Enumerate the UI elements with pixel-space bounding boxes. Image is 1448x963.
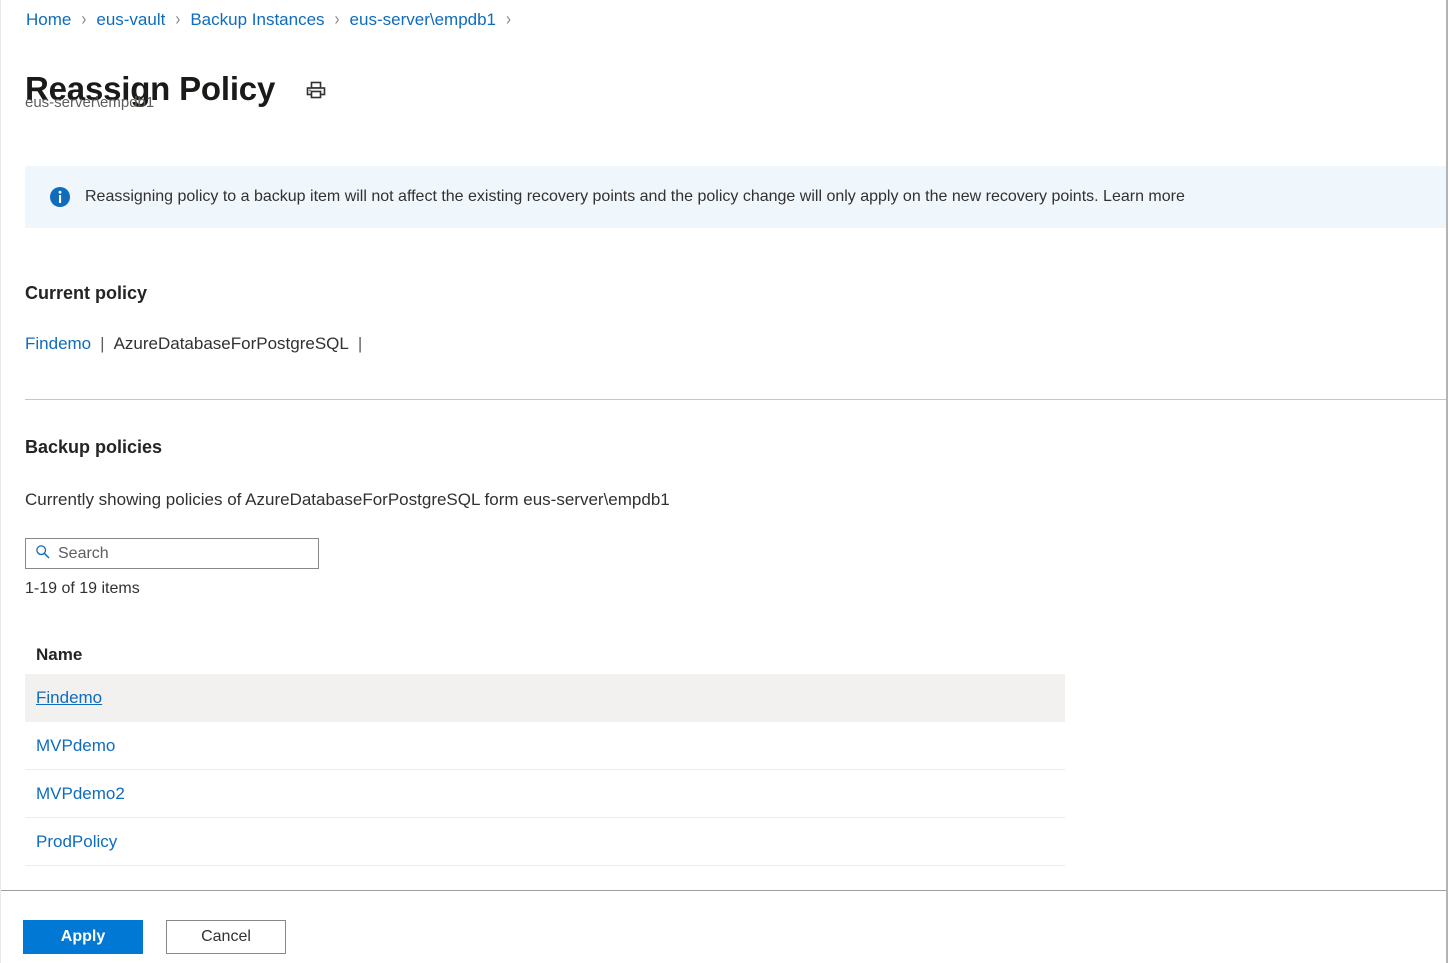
current-policy-link[interactable]: Findemo bbox=[25, 332, 91, 356]
breadcrumb-eus-server-empdb1[interactable]: eus-server\empdb1 bbox=[349, 8, 497, 32]
table-row[interactable]: MVPdemo2 bbox=[25, 770, 1065, 818]
search-icon bbox=[35, 544, 50, 564]
item-count-label: 1-19 of 19 items bbox=[25, 580, 140, 597]
section-divider bbox=[25, 399, 1446, 400]
print-icon[interactable] bbox=[305, 79, 327, 106]
table-header-row: Name bbox=[25, 636, 1065, 674]
reassign-policy-page: Home › eus-vault › Backup Instances › eu… bbox=[0, 0, 1448, 963]
breadcrumb-eus-vault[interactable]: eus-vault bbox=[95, 8, 166, 32]
backup-policies-heading: Backup policies bbox=[25, 436, 163, 457]
chevron-right-icon: › bbox=[175, 8, 181, 30]
currently-showing-text: Currently showing policies of AzureDatab… bbox=[25, 490, 670, 509]
search-box[interactable] bbox=[25, 538, 319, 569]
page-subtitle: eus-server\empdb1 bbox=[25, 94, 155, 111]
page-header: Reassign Policy bbox=[25, 46, 327, 132]
breadcrumb-backup-instances[interactable]: Backup Instances bbox=[189, 8, 325, 32]
policy-row-link-prodpolicy[interactable]: ProdPolicy bbox=[36, 832, 117, 852]
policy-separator: | bbox=[100, 334, 105, 353]
policy-row-link-findemo[interactable]: Findemo bbox=[36, 688, 102, 708]
table-row[interactable]: Findemo bbox=[25, 674, 1065, 722]
table-row[interactable]: ProdPolicy bbox=[25, 818, 1065, 866]
chevron-right-icon: › bbox=[81, 8, 87, 30]
search-input[interactable] bbox=[58, 539, 318, 568]
policy-table: Name Findemo MVPdemo MVPdemo2 ProdPolicy bbox=[25, 636, 1065, 866]
breadcrumb-home[interactable]: Home bbox=[25, 8, 72, 32]
chevron-right-icon: › bbox=[334, 8, 340, 30]
apply-button[interactable]: Apply bbox=[23, 920, 143, 954]
info-banner: Reassigning policy to a backup item will… bbox=[25, 166, 1446, 228]
current-policy-heading: Current policy bbox=[25, 282, 148, 303]
cancel-button[interactable]: Cancel bbox=[166, 920, 286, 954]
breadcrumb: Home › eus-vault › Backup Instances › eu… bbox=[25, 8, 520, 32]
info-banner-text: Reassigning policy to a backup item will… bbox=[85, 188, 1185, 205]
chevron-right-icon: › bbox=[506, 8, 512, 30]
policy-row-link-mvpdemo[interactable]: MVPdemo bbox=[36, 736, 115, 756]
table-row[interactable]: MVPdemo bbox=[25, 722, 1065, 770]
action-bar: Apply Cancel bbox=[1, 890, 1446, 963]
policy-separator-trailing: | bbox=[357, 334, 363, 353]
current-policy-datasource: AzureDatabaseForPostgreSQL bbox=[113, 334, 349, 353]
info-icon bbox=[49, 186, 71, 208]
current-policy-value: Findemo | AzureDatabaseForPostgreSQL | bbox=[25, 332, 371, 356]
column-header-name: Name bbox=[36, 645, 83, 664]
policy-row-link-mvpdemo2[interactable]: MVPdemo2 bbox=[36, 784, 125, 804]
